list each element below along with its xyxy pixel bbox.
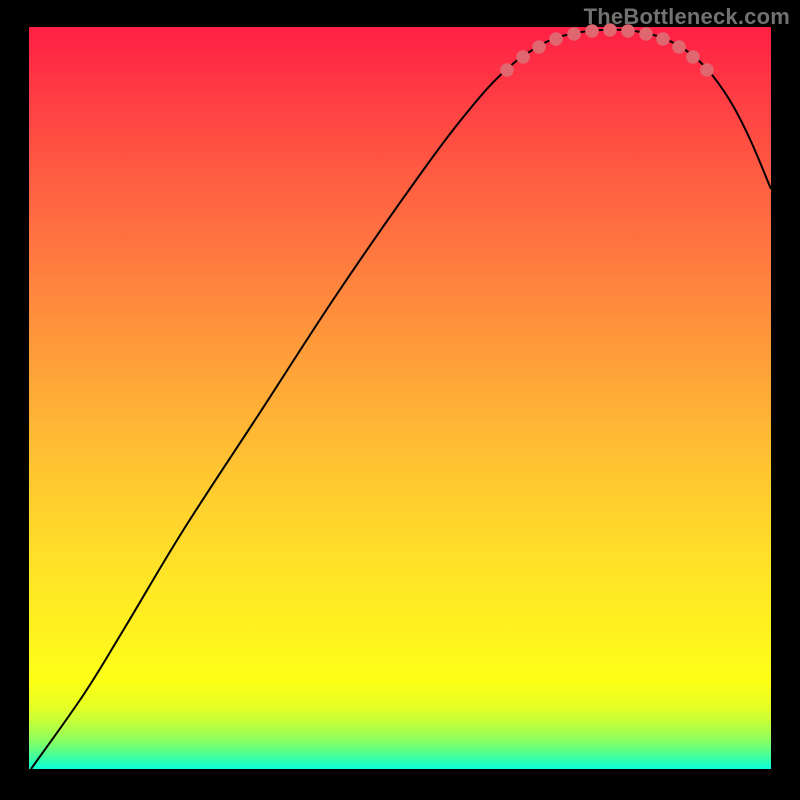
highlight-dot [700, 63, 714, 77]
highlight-dot [516, 50, 530, 64]
highlight-dot [500, 63, 514, 77]
bottleneck-curve [31, 30, 771, 769]
highlight-dot [567, 27, 581, 41]
highlight-dot [656, 32, 670, 46]
chart-overlay [29, 27, 771, 769]
highlight-dot [686, 50, 700, 64]
watermark-text: TheBottleneck.com [584, 4, 790, 30]
highlight-dot [672, 40, 686, 54]
highlight-dot [532, 40, 546, 54]
highlight-dot [549, 32, 563, 46]
